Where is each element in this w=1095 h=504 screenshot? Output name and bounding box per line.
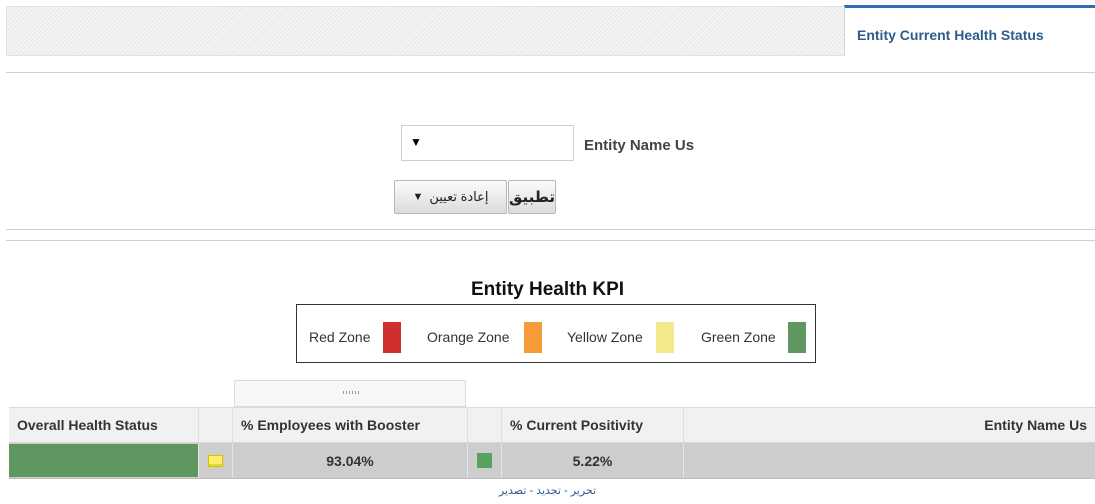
kpi-title: Entity Health KPI (470, 279, 625, 300)
header-employees-with-booster[interactable]: % Employees with Booster (233, 408, 468, 442)
positivity-value-cell: 5.22% (502, 443, 684, 478)
link-separator: - (526, 485, 537, 497)
grip-icon (343, 391, 359, 394)
yellow-square-icon (208, 454, 223, 467)
overall-health-bar (9, 444, 198, 477)
reset-button-label: إعادة تعيين (429, 189, 489, 204)
legend-label-orange: Orange Zone (427, 329, 510, 345)
header-indicator (199, 408, 233, 442)
divider (6, 240, 1095, 241)
reset-button[interactable]: ▼ إعادة تعيين (394, 180, 507, 214)
table-header: Overall Health Status % Employees with B… (9, 407, 1095, 443)
edit-link[interactable]: تحرير (571, 485, 596, 497)
divider (6, 72, 1095, 73)
tab-label: Entity Current Health Status (857, 27, 1044, 43)
header-overall-health-status[interactable]: Overall Health Status (9, 408, 199, 442)
chevron-down-icon: ▼ (412, 191, 424, 203)
legend-swatch-orange (524, 322, 542, 353)
header-indicator (468, 408, 502, 442)
header-current-positivity[interactable]: % Current Positivity (502, 408, 684, 442)
tab-strip (6, 6, 845, 56)
refresh-link[interactable]: تجديد (536, 485, 561, 497)
legend-label-green: Green Zone (701, 329, 776, 345)
green-square-icon (477, 453, 492, 468)
link-separator: - (560, 485, 571, 497)
legend-label-yellow: Yellow Zone (567, 329, 643, 345)
entity-name-label: Entity Name Us (584, 137, 695, 154)
dropdown-arrow-icon[interactable]: ▼ (410, 135, 422, 149)
apply-button-label: تطبيق (509, 189, 556, 206)
column-drag-handle[interactable] (234, 380, 466, 407)
divider (6, 229, 1095, 230)
tab-entity-current-health-status[interactable]: Entity Current Health Status (844, 5, 1095, 55)
legend-swatch-red (383, 322, 401, 353)
header-entity-name[interactable]: Entity Name Us (684, 408, 1095, 442)
positivity-indicator-cell (468, 443, 502, 478)
booster-indicator-cell (199, 443, 233, 478)
overall-health-cell (9, 443, 199, 478)
entity-name-cell (684, 443, 1095, 478)
apply-button[interactable]: تطبيق (508, 180, 556, 214)
legend-label-red: Red Zone (309, 329, 371, 345)
table-row: 93.04% 5.22% (9, 443, 1095, 479)
legend-swatch-green (788, 322, 806, 353)
footer-links: تحرير - تجديد - تصدير (0, 484, 1095, 497)
legend-swatch-yellow (656, 322, 674, 353)
entity-name-select[interactable]: ▼ (401, 125, 574, 161)
legend: Red Zone Orange Zone Yellow Zone Green Z… (296, 304, 816, 363)
booster-value-cell: 93.04% (233, 443, 468, 478)
export-link[interactable]: تصدير (499, 485, 527, 497)
